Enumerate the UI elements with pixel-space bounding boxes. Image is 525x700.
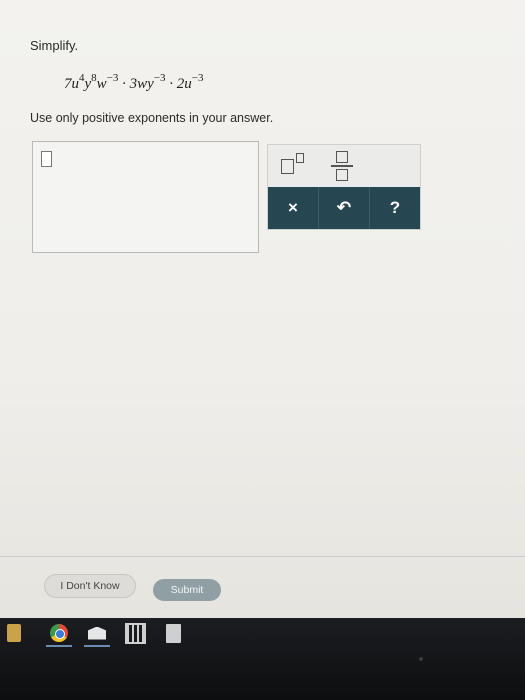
submit-button[interactable]: Submit xyxy=(153,579,221,601)
dont-know-button[interactable]: I Don't Know xyxy=(44,574,136,598)
footer-bar: I Don't Know Submit xyxy=(0,556,525,619)
term-coefficient: 3wy xyxy=(129,76,154,92)
denominator-box-icon xyxy=(336,169,348,181)
math-expression: 7u4y8w−3 · 3wy−3 · 2u−3 xyxy=(64,72,204,93)
app-icon[interactable] xyxy=(2,622,26,644)
exponent-box-icon xyxy=(295,153,304,163)
multiply-dot: · xyxy=(169,76,174,92)
calculator-icon[interactable] xyxy=(161,622,185,644)
exponent-template-button[interactable] xyxy=(268,145,316,187)
multiply-dot: · xyxy=(122,76,126,92)
math-palette: × ↶ ? xyxy=(267,144,421,230)
answer-input[interactable] xyxy=(32,141,259,253)
instruction-text: Use only positive exponents in your answ… xyxy=(30,111,274,125)
palette-actions: × ↶ ? xyxy=(268,187,420,229)
active-indicator xyxy=(46,645,72,647)
input-cursor-box[interactable] xyxy=(41,151,52,167)
exponent: −3 xyxy=(153,72,166,84)
help-button[interactable]: ? xyxy=(370,187,420,229)
chrome-icon[interactable] xyxy=(47,622,71,644)
taskbar xyxy=(0,618,525,700)
screen: Simplify. 7u4y8w−3 · 3wy−3 · 2u−3 Use on… xyxy=(0,0,525,618)
indicator-dot xyxy=(419,657,423,661)
calendar-icon[interactable] xyxy=(123,622,147,644)
clear-button[interactable]: × xyxy=(268,187,319,229)
numerator-box-icon xyxy=(336,151,348,163)
undo-button[interactable]: ↶ xyxy=(319,187,370,229)
fraction-template-button[interactable] xyxy=(318,145,366,187)
term-coefficient: 7u xyxy=(64,76,79,92)
base-box-icon xyxy=(280,158,294,174)
palette-templates xyxy=(268,145,420,187)
variable: w xyxy=(96,76,107,92)
term-coefficient: 2u xyxy=(176,76,192,92)
exponent: −3 xyxy=(106,72,119,84)
exponent: −3 xyxy=(191,72,204,84)
prompt-title: Simplify. xyxy=(30,38,79,53)
fraction-bar-icon xyxy=(331,165,353,167)
mail-icon[interactable] xyxy=(85,622,109,644)
active-indicator xyxy=(84,645,110,647)
